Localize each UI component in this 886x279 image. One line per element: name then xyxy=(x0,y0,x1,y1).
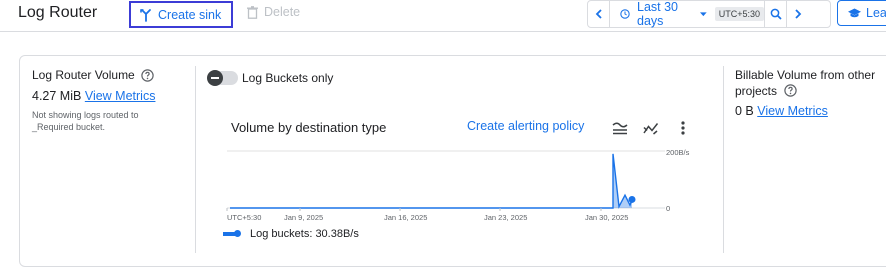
series-line xyxy=(230,153,633,209)
timezone-badge: UTC+5:30 xyxy=(714,7,765,21)
learn-button[interactable]: Lear xyxy=(837,0,886,26)
chevron-right-icon xyxy=(795,9,802,19)
learn-label: Lear xyxy=(866,6,886,20)
legend-value: 30.38B/s xyxy=(315,228,359,240)
billable-volume-value: 0 B xyxy=(735,104,754,118)
chevron-left-icon xyxy=(595,9,602,19)
clock-icon xyxy=(620,9,630,19)
search-icon xyxy=(770,8,782,20)
view-metrics-link[interactable]: View Metrics xyxy=(85,89,156,103)
legend-label: Log buckets: xyxy=(250,228,313,240)
create-sink-button[interactable]: Create sink xyxy=(129,1,233,28)
trash-icon xyxy=(247,5,258,19)
legend-swatch-log-buckets xyxy=(223,230,241,238)
toggle-switch[interactable] xyxy=(207,70,238,86)
series-endpoint xyxy=(628,195,636,203)
school-icon xyxy=(848,8,861,17)
y-tick-label: 0 xyxy=(666,204,670,213)
time-range-control: Last 30 days UTC+5:30 xyxy=(587,0,831,28)
x-tick-label: Jan 9, 2025 xyxy=(284,213,323,222)
help-icon[interactable] xyxy=(784,84,798,97)
help-icon[interactable] xyxy=(141,68,154,82)
next-range-button[interactable] xyxy=(787,1,809,27)
log-buckets-only-toggle[interactable]: Log Buckets only xyxy=(207,70,334,86)
more-options-icon[interactable] xyxy=(674,119,692,137)
required-bucket-note: Not showing logs routed to _Required buc… xyxy=(32,110,139,132)
series-layer xyxy=(230,153,636,209)
section-divider xyxy=(723,66,724,253)
page-title: Log Router xyxy=(18,4,98,21)
router-volume-heading: Log Router Volume xyxy=(32,68,154,82)
header-bar: Log Router Create sink Delete Last 30 da… xyxy=(0,0,886,32)
router-volume-title: Log Router Volume xyxy=(32,68,135,82)
billable-volume-value-row: 0 B View Metrics xyxy=(735,104,828,118)
explore-chart-icon[interactable] xyxy=(642,119,660,137)
section-divider xyxy=(195,66,196,253)
x-tick-label: UTC+5:30 xyxy=(227,213,261,222)
create-alerting-policy-link[interactable]: Create alerting policy xyxy=(467,119,584,133)
x-tick-label: Jan 16, 2025 xyxy=(384,213,427,222)
series-area xyxy=(230,153,632,208)
router-volume-value: 4.27 MiB xyxy=(32,89,82,103)
chart-legend: Log buckets: 30.38B/s xyxy=(223,228,359,240)
create-sink-label: Create sink xyxy=(158,7,222,22)
x-tick-label: Jan 30, 2025 xyxy=(585,213,628,222)
time-range-label: Last 30 days xyxy=(637,0,679,28)
merge-icon xyxy=(140,8,151,22)
billable-volume-heading: Billable Volume from other projects xyxy=(735,67,885,99)
zoom-button[interactable] xyxy=(765,1,787,27)
toggle-thumb xyxy=(207,70,223,86)
log-router-summary-card: Log Router Volume 4.27 MiB View Metrics … xyxy=(19,55,886,267)
billable-volume-title: Billable Volume from other projects xyxy=(735,68,876,98)
x-tick-labels: UTC+5:30 Jan 9, 2025 Jan 16, 2025 Jan 23, 2… xyxy=(226,208,628,222)
router-volume-value-row: 4.27 MiB View Metrics xyxy=(32,89,155,103)
toggle-label: Log Buckets only xyxy=(242,71,334,85)
caret-down-icon xyxy=(700,11,707,16)
delete-label: Delete xyxy=(264,5,301,19)
volume-chart: UTC+5:30 Jan 9, 2025 Jan 16, 2025 Jan 23, 2… xyxy=(226,148,690,222)
y-tick-label: 200B/s xyxy=(666,148,690,157)
compare-icon[interactable] xyxy=(611,119,629,137)
billable-view-metrics-link[interactable]: View Metrics xyxy=(757,104,828,118)
y-tick-labels: 200B/s 0 xyxy=(666,148,690,213)
x-tick-label: Jan 23, 2025 xyxy=(484,213,527,222)
previous-range-button[interactable] xyxy=(588,1,610,27)
time-range-dropdown[interactable]: Last 30 days UTC+5:30 xyxy=(610,0,765,28)
delete-button[interactable]: Delete xyxy=(247,5,300,19)
chart-title: Volume by destination type xyxy=(231,120,387,135)
